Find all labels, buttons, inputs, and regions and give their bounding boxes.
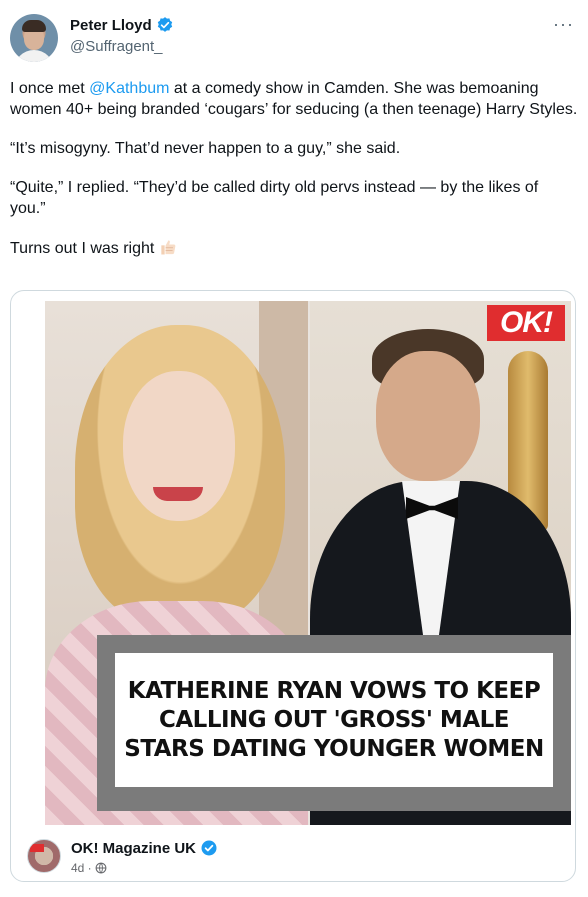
post-age: 4d · — [71, 861, 92, 875]
globe-icon — [95, 862, 107, 874]
verified-badge-icon — [201, 840, 217, 856]
tweet-paragraph-3: “Quite,” I replied. “They’d be called di… — [10, 179, 539, 217]
card-headline: KATHERINE RYAN VOWS TO KEEP CALLING OUT … — [124, 677, 544, 762]
more-options-icon[interactable]: ··· — [553, 14, 574, 35]
author-handle[interactable]: @Suffragent_ — [70, 38, 163, 55]
source-avatar[interactable] — [27, 839, 61, 873]
source-name-row[interactable]: OK! Magazine UK — [71, 839, 218, 857]
source-meta: 4d · — [71, 861, 107, 875]
link-card[interactable]: OK! KATHERINE RYAN VOWS TO KEEP CALLING … — [10, 290, 576, 882]
card-source[interactable]: OK! Magazine UK 4d · — [27, 837, 557, 877]
author-avatar[interactable] — [10, 14, 58, 62]
ok-magazine-logo: OK! — [487, 305, 565, 341]
mention-link[interactable]: @Kathbum — [89, 80, 169, 97]
tweet-text: I once met @Kathbum at a comedy show in … — [10, 78, 578, 277]
source-name[interactable]: OK! Magazine UK — [71, 840, 196, 857]
tweet-paragraph-4: Turns out I was right — [10, 237, 578, 259]
tweet-paragraph-1: I once met @Kathbum at a comedy show in … — [10, 80, 578, 118]
verified-badge-icon — [157, 17, 172, 32]
author-name-row[interactable]: Peter Lloyd — [70, 16, 174, 34]
tweet-paragraph-2: “It’s misogyny. That’d never happen to a… — [10, 140, 401, 157]
card-image[interactable]: OK! KATHERINE RYAN VOWS TO KEEP CALLING … — [45, 301, 571, 825]
headline-box: KATHERINE RYAN VOWS TO KEEP CALLING OUT … — [115, 653, 553, 787]
author-display-name[interactable]: Peter Lloyd — [70, 17, 152, 34]
thumbs-up-icon — [161, 240, 176, 255]
tweet: Peter Lloyd @Suffragent_ ··· I once met … — [0, 0, 588, 897]
